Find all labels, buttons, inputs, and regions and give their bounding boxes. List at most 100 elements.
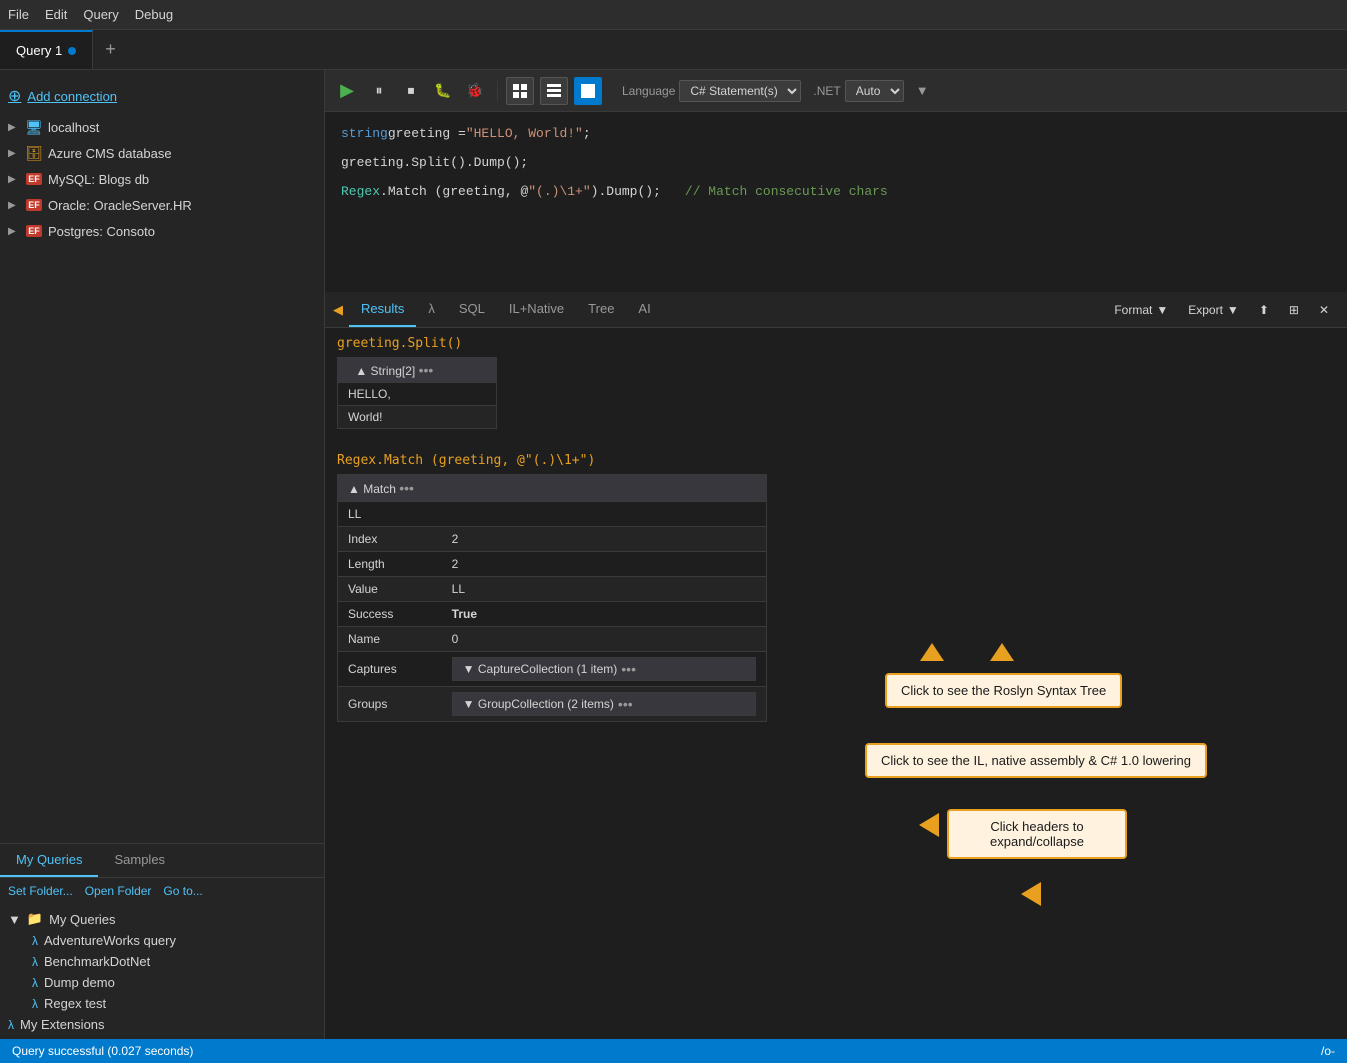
my-extensions-item[interactable]: λ My Extensions (0, 1014, 324, 1035)
format-button[interactable]: Format ▼ (1104, 299, 1178, 321)
label-captures: Captures (338, 652, 442, 687)
tab-results[interactable]: Results (349, 292, 416, 327)
more-options-button[interactable]: ▼ (916, 83, 929, 98)
expand-icon: ▶ (8, 226, 20, 237)
match-options-button[interactable]: ••• (399, 480, 414, 496)
expand-tooltip: Click headers to expand/collapse (947, 809, 1127, 859)
menu-debug[interactable]: Debug (135, 7, 173, 22)
open-folder-link[interactable]: Open Folder (85, 884, 152, 898)
ef-icon: EF (26, 197, 42, 213)
export-button[interactable]: Export ▼ (1178, 299, 1249, 321)
groups-options-icon[interactable]: ••• (618, 696, 633, 712)
tab-bar: Query 1 + (0, 30, 1347, 70)
tab-modified-dot (68, 47, 76, 55)
add-connection-button[interactable]: ⊕ Add connection (0, 74, 324, 114)
tile-button[interactable]: ⊞ (1279, 299, 1309, 321)
folder-label: My Queries (49, 912, 115, 927)
results-tabs-bar: ◀ Results λ SQL IL+Native Tree AI Format… (325, 292, 1347, 328)
table-row: Name 0 (338, 627, 767, 652)
expand-arrow2-container (1021, 882, 1041, 909)
sidebar-item-mysql[interactable]: ▶ EF MySQL: Blogs db (0, 166, 324, 192)
tab-lambda[interactable]: λ (416, 292, 447, 327)
tree-arrow-container (920, 643, 944, 663)
query-label: AdventureWorks query (44, 933, 176, 948)
collapse-arrow-icon[interactable]: ◀ (333, 302, 343, 318)
stop-button[interactable]: ⏹ (397, 77, 425, 105)
groups-expand-button[interactable]: ▼ GroupCollection (2 items) ••• (452, 692, 756, 716)
connections-panel: ⊕ Add connection ▶ 🖥 localhost ▶ 🗄 Azure… (0, 70, 324, 843)
query-item-benchmark[interactable]: λ BenchmarkDotNet (0, 951, 324, 972)
value-index: 2 (442, 527, 767, 552)
query-item-regex[interactable]: λ Regex test (0, 993, 324, 1014)
status-text: Query successful (0.027 seconds) (12, 1044, 193, 1058)
match-header-cell[interactable]: ▲ Match ••• (338, 475, 767, 502)
status-right: /o- (1321, 1044, 1335, 1058)
expand-icon: ▶ (8, 148, 20, 159)
tab-query1-label: Query 1 (16, 43, 62, 58)
table1-header[interactable]: ▲ String[2] ••• (338, 358, 497, 383)
expand-button[interactable]: ⬆ (1249, 299, 1279, 321)
label-index: Index (338, 527, 442, 552)
results-content: greeting.Split() ▲ String[2] ••• (325, 328, 1347, 1039)
tab-my-queries[interactable]: My Queries (0, 844, 98, 877)
debug-button1[interactable]: 🐛 (429, 77, 457, 105)
query-item-adventureworks[interactable]: λ AdventureWorks query (0, 930, 324, 951)
close-results-button[interactable]: ✕ (1309, 299, 1339, 321)
single-panel-button[interactable] (574, 77, 602, 105)
string-pattern: "(.)\1+" (528, 182, 590, 203)
debug-button2[interactable]: 🐞 (461, 77, 489, 105)
run-button[interactable]: ▶ (333, 77, 361, 105)
grid-view-button2[interactable] (540, 77, 568, 105)
value-length: 2 (442, 552, 767, 577)
go-to-link[interactable]: Go to... (163, 884, 202, 898)
label-name: Name (338, 627, 442, 652)
sidebar-item-azure[interactable]: ▶ 🗄 Azure CMS database (0, 140, 324, 166)
folder-my-queries[interactable]: ▼ 📁 My Queries (0, 908, 324, 930)
menu-query[interactable]: Query (83, 7, 118, 22)
captures-expand-button[interactable]: ▼ CaptureCollection (1 item) ••• (452, 657, 756, 681)
tab-query1[interactable]: Query 1 (0, 30, 93, 69)
label-length: Length (338, 552, 442, 577)
tab-tree[interactable]: Tree (576, 292, 626, 327)
query-item-dump[interactable]: λ Dump demo (0, 972, 324, 993)
code-comment: // Match consecutive chars (685, 182, 888, 203)
language-label: Language (622, 84, 675, 98)
lambda-icon: λ (32, 955, 38, 969)
code-line-1: string greeting = "HELLO, World!" ; (341, 124, 1331, 145)
pause-button[interactable]: ⏸ (365, 77, 393, 105)
tab-ai[interactable]: AI (626, 292, 662, 327)
tree-arrow-up-icon (920, 643, 944, 661)
cell-hello: HELLO, (338, 383, 497, 406)
menu-edit[interactable]: Edit (45, 7, 67, 22)
result-section-1: greeting.Split() ▲ String[2] ••• (337, 336, 1335, 429)
expand-tooltip-text: Click headers to expand/collapse (990, 819, 1084, 849)
table-options-button[interactable]: ••• (419, 362, 434, 378)
table-row: Index 2 (338, 527, 767, 552)
set-folder-link[interactable]: Set Folder... (8, 884, 73, 898)
match-result-table: ▲ Match ••• LL Index (337, 474, 767, 722)
table-row: HELLO, (338, 383, 497, 406)
sidebar-item-localhost[interactable]: ▶ 🖥 localhost (0, 114, 324, 140)
menu-file[interactable]: File (8, 7, 29, 22)
tab-ilnative[interactable]: IL+Native (497, 292, 576, 327)
tab-sql[interactable]: SQL (447, 292, 497, 327)
captures-options-icon[interactable]: ••• (621, 661, 636, 677)
server-icon: 🖥 (26, 119, 42, 135)
value-captures[interactable]: ▼ CaptureCollection (1 item) ••• (442, 652, 767, 687)
language-select[interactable]: C# Statement(s) (679, 80, 801, 102)
code-editor[interactable]: string greeting = "HELLO, World!" ; gree… (325, 112, 1347, 292)
lambda-icon: λ (8, 1018, 14, 1032)
dotnet-select[interactable]: Auto (845, 80, 904, 102)
tab-add-button[interactable]: + (93, 30, 128, 69)
sidebar-item-oracle[interactable]: ▶ EF Oracle: OracleServer.HR (0, 192, 324, 218)
expand-icon: ▶ (8, 122, 20, 133)
grid-view-button1[interactable] (506, 77, 534, 105)
section2-title: Regex.Match (greeting, @"(.)\1+") (337, 453, 1335, 468)
tab-samples[interactable]: Samples (98, 844, 181, 877)
value-success: True (442, 602, 767, 627)
value-groups[interactable]: ▼ GroupCollection (2 items) ••• (442, 687, 767, 722)
expand-icon: ▶ (8, 200, 20, 211)
sidebar-item-postgres[interactable]: ▶ EF Postgres: Consoto (0, 218, 324, 244)
format-label: Format (1114, 303, 1152, 317)
folder-icon: 📁 (27, 911, 43, 927)
